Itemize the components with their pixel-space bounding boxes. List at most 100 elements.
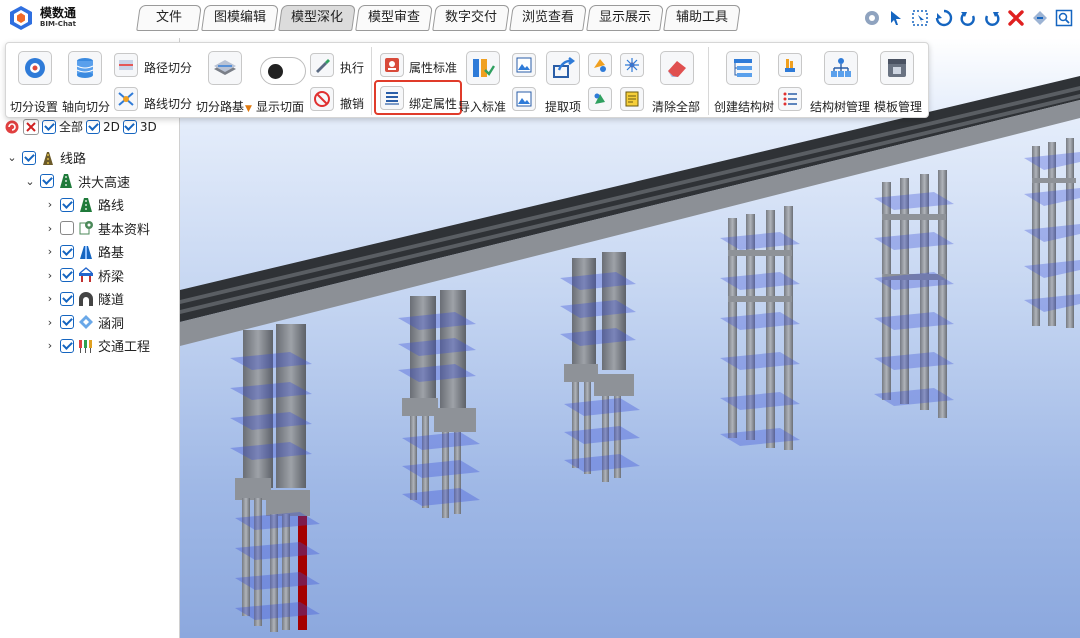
pier-4[interactable] — [720, 206, 800, 450]
tree-node-basic-info[interactable]: › 基本资料 — [0, 217, 180, 241]
tree-checkbox[interactable] — [60, 291, 74, 306]
component-alt-icon — [594, 93, 605, 104]
check-all-checkbox[interactable] — [42, 119, 56, 134]
import-standard-button[interactable] — [466, 51, 500, 85]
pointer-icon[interactable] — [886, 8, 906, 28]
zoom-fit-icon[interactable] — [1054, 8, 1074, 28]
create-tree-label: 创建结构树 — [714, 100, 775, 114]
attr-standard-label: 属性标准 — [409, 61, 458, 75]
tree-checkbox[interactable] — [40, 174, 54, 189]
settings-icon[interactable] — [862, 8, 882, 28]
undo-icon[interactable] — [958, 8, 978, 28]
tab-model-review[interactable]: 模型审查 — [355, 5, 433, 31]
axial-cut-button[interactable] — [68, 51, 102, 85]
chevron-right-icon[interactable]: › — [44, 292, 56, 305]
network-tool-button[interactable] — [620, 53, 644, 77]
pier-2[interactable] — [398, 290, 480, 518]
tree-manage-label: 结构树管理 — [810, 100, 871, 114]
refresh-tree-icon[interactable] — [4, 119, 20, 135]
bridge-model[interactable] — [180, 38, 1080, 638]
tree-node-route[interactable]: › 路线 — [0, 193, 180, 217]
pier-6[interactable] — [1024, 138, 1080, 328]
bind-attr-highlight — [374, 80, 462, 115]
tree-label: 洪大高速 — [78, 175, 131, 191]
execute-button[interactable] — [310, 53, 334, 77]
component-tool-2-button[interactable] — [588, 87, 612, 111]
path-cut-label: 路径切分 — [144, 61, 193, 75]
clear-selection-icon[interactable] — [23, 118, 39, 135]
tree-checkbox[interactable] — [60, 338, 74, 353]
cut-settings-button[interactable] — [18, 51, 52, 85]
tab-aux-tools[interactable]: 辅助工具 — [663, 5, 741, 31]
expand-icon[interactable] — [1030, 8, 1050, 28]
tree-manage-button[interactable] — [824, 51, 858, 85]
chevron-right-icon[interactable]: › — [44, 316, 56, 329]
chevron-right-icon[interactable]: › — [44, 269, 56, 282]
pier-1[interactable] — [230, 324, 320, 632]
tree-node-tool-button[interactable] — [778, 53, 802, 77]
path-cut-button[interactable] — [114, 53, 138, 77]
tree-node-root[interactable]: ⌄ 线路 — [0, 146, 180, 170]
extract-item-button[interactable] — [546, 51, 580, 85]
cut-subgrade-button[interactable] — [208, 51, 242, 85]
tab-digital-delivery[interactable]: 数字交付 — [432, 5, 510, 31]
template-manage-button[interactable] — [880, 51, 914, 85]
hand-icon — [785, 59, 795, 72]
tree-node-project[interactable]: ⌄ 洪大高速 — [0, 170, 180, 194]
tree-toolbar: 全部 2D 3D — [4, 118, 157, 135]
tree-node-subgrade[interactable]: › 路基 — [0, 240, 180, 264]
pier-3[interactable] — [560, 252, 640, 482]
tab-display[interactable]: 显示展示 — [586, 5, 664, 31]
create-tree-button[interactable] — [726, 51, 760, 85]
attr-standard-button[interactable] — [380, 53, 404, 77]
execute-label: 执行 — [340, 61, 365, 75]
brush-icon — [316, 59, 330, 73]
tree-label: 路基 — [98, 246, 125, 262]
tree-list-tool-button[interactable] — [778, 87, 802, 111]
tab-browse-view[interactable]: 浏览查看 — [509, 5, 587, 31]
chevron-right-icon[interactable]: › — [44, 198, 56, 211]
cut-subgrade-label[interactable]: 切分路基▼ — [196, 98, 252, 115]
chevron-right-icon[interactable]: › — [44, 245, 56, 258]
component-tool-button[interactable] — [588, 53, 612, 77]
3d-viewport[interactable] — [180, 38, 1080, 638]
redo-icon[interactable] — [982, 8, 1002, 28]
route-cut-button[interactable] — [114, 87, 138, 111]
box-select-icon[interactable] — [910, 8, 930, 28]
chevron-down-icon[interactable]: ⌄ — [24, 175, 36, 188]
show-section-toggle[interactable] — [260, 57, 306, 85]
chevron-right-icon[interactable]: › — [44, 339, 56, 352]
tab-file[interactable]: 文件 — [136, 5, 202, 31]
tree-checkbox[interactable] — [60, 244, 74, 259]
check-2d-checkbox[interactable] — [86, 119, 101, 134]
refresh-icon[interactable] — [934, 8, 954, 28]
tree-checkbox[interactable] — [60, 221, 74, 236]
tree-checkbox[interactable] — [60, 197, 74, 212]
tree-node-traffic[interactable]: › 交通工程 — [0, 334, 180, 358]
tree-label: 涵洞 — [98, 316, 125, 332]
tree-checkbox[interactable] — [22, 150, 36, 165]
chevron-right-icon[interactable]: › — [44, 222, 56, 235]
dropdown-caret-icon[interactable]: ▼ — [245, 104, 252, 114]
chevron-down-icon[interactable]: ⌄ — [6, 151, 18, 164]
tree-node-tunnel[interactable]: › 隧道 — [0, 287, 180, 311]
extract-preview-2-button[interactable] — [512, 87, 536, 111]
tab-drawing-edit[interactable]: 图模编辑 — [201, 5, 279, 31]
check-3d-checkbox[interactable] — [122, 119, 137, 134]
app-subtitle: BIM-Chat — [40, 20, 77, 28]
extract-preview-button[interactable] — [512, 53, 536, 77]
note-tool-button[interactable] — [620, 87, 644, 111]
document-gear-icon — [78, 220, 94, 236]
tree-node-culvert[interactable]: › 涵洞 — [0, 311, 180, 335]
tree-checkbox[interactable] — [60, 315, 74, 330]
tree-checkbox[interactable] — [60, 268, 74, 283]
image-icon — [516, 91, 532, 107]
tab-model-deepen[interactable]: 模型深化 — [278, 5, 356, 31]
close-icon[interactable] — [1006, 8, 1026, 28]
clear-all-button[interactable] — [660, 51, 694, 85]
note-icon — [625, 91, 639, 107]
tree-node-bridge[interactable]: › 桥梁 — [0, 264, 180, 288]
import-standard-label: 导入标准 — [458, 100, 507, 114]
revoke-button[interactable] — [310, 87, 334, 111]
pier-5[interactable] — [874, 170, 954, 418]
